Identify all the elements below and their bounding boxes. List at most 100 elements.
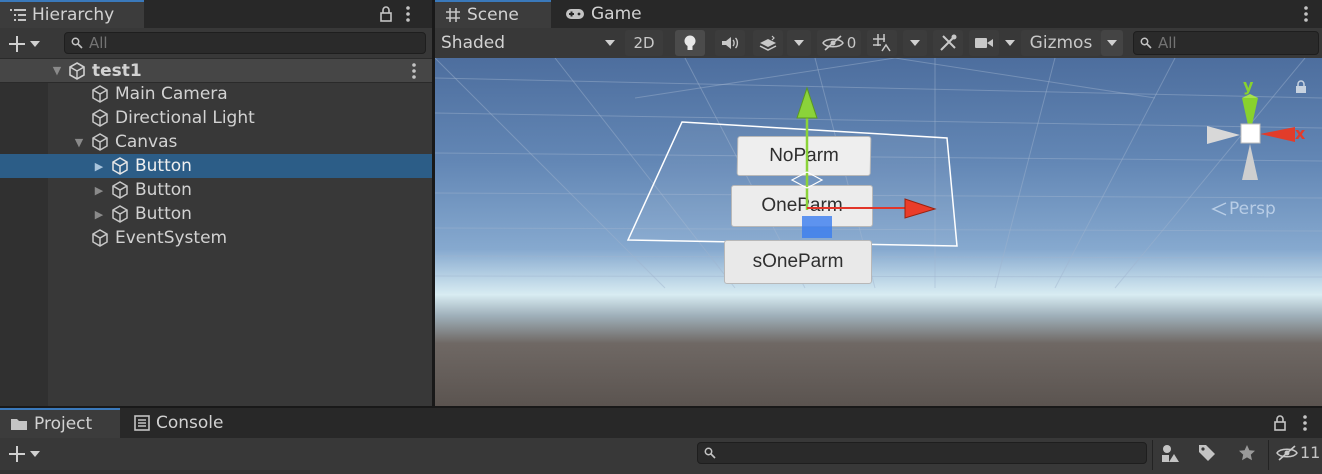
speaker-icon — [722, 37, 739, 49]
tab-hierarchy[interactable]: Hierarchy — [0, 0, 144, 28]
tab-game[interactable]: Game — [555, 0, 665, 28]
toolbar-separator — [1152, 440, 1153, 470]
grid-snap-toggle[interactable] — [867, 30, 897, 56]
dropdown-arrow-icon — [1107, 40, 1117, 46]
project-add-button[interactable] — [8, 444, 48, 464]
tree-item-label: EventSystem — [115, 228, 228, 248]
scene-search-input[interactable] — [1152, 34, 1318, 52]
shading-mode-label: Shaded — [441, 33, 506, 53]
hierarchy-list-icon — [10, 8, 26, 22]
kebab-menu-icon[interactable] — [1302, 414, 1308, 432]
tab-game-label: Game — [591, 4, 642, 24]
dropdown-arrow-icon — [1005, 40, 1015, 46]
eye-slash-icon — [1276, 444, 1298, 461]
scene-panel: Scene Game Shaded 2D 0 Gizmos All NoParm… — [435, 0, 1322, 406]
hierarchy-search[interactable] — [64, 32, 426, 54]
tools-icon — [940, 34, 957, 51]
hidden-count: 0 — [846, 34, 857, 52]
grid-snap-icon — [873, 34, 891, 52]
hidden-packages-toggle[interactable]: 11 — [1276, 443, 1320, 462]
axis-y-label: y — [1243, 76, 1254, 95]
scene-menu-icon[interactable] — [411, 62, 417, 80]
effects-toggle[interactable] — [753, 30, 783, 56]
tree-item-label: Button — [135, 180, 192, 200]
shading-dropdown[interactable]: Shaded — [441, 30, 615, 56]
tree-item-button-1[interactable]: ▶ Button — [0, 154, 432, 178]
collapse-arrow-icon[interactable]: ▶ — [92, 184, 106, 197]
search-icon — [1140, 37, 1152, 49]
axis-x-label: x — [1295, 124, 1306, 143]
gizmos-label: Gizmos — [1029, 33, 1093, 53]
audio-toggle[interactable] — [715, 30, 745, 56]
plus-icon — [8, 35, 26, 53]
project-search[interactable] — [697, 442, 1147, 464]
plus-icon — [8, 445, 26, 463]
hierarchy-panel: Hierarchy ▼ test1 Main Camera Directiona… — [0, 0, 432, 406]
move-gizmo[interactable] — [435, 58, 1322, 406]
toggle-2d-label: 2D — [633, 34, 655, 52]
unity-logo-icon — [68, 61, 86, 80]
camera-toggle[interactable] — [969, 30, 999, 56]
gameobject-cube-icon — [92, 109, 108, 127]
lock-icon[interactable] — [1273, 415, 1287, 431]
hierarchy-add-button[interactable] — [8, 34, 48, 54]
gizmo-lock-icon[interactable] — [1295, 80, 1307, 94]
hidden-objects-toggle[interactable]: 0 — [817, 30, 861, 56]
layers-icon — [759, 35, 777, 51]
console-icon — [134, 415, 150, 431]
project-search-input[interactable] — [716, 444, 1146, 462]
camera-dropdown[interactable] — [1001, 30, 1019, 56]
effects-dropdown[interactable] — [787, 30, 811, 56]
scene-search[interactable] — [1133, 31, 1319, 55]
favorites-star-icon[interactable] — [1238, 444, 1256, 462]
gameobject-cube-icon — [92, 229, 108, 247]
dropdown-arrow-icon — [605, 40, 615, 46]
scene-menu-icon[interactable] — [1303, 5, 1309, 23]
collapse-arrow-icon[interactable]: ▶ — [92, 160, 106, 173]
gizmos-dropdown[interactable] — [1101, 30, 1123, 56]
projection-label: Persp — [1229, 199, 1276, 219]
gizmos-button[interactable]: Gizmos — [1021, 30, 1101, 56]
tools-toggle[interactable] — [933, 30, 963, 56]
tree-item-button-3[interactable]: ▶ Button — [0, 202, 432, 226]
expand-arrow-icon[interactable]: ▼ — [50, 64, 64, 77]
search-by-label-icon[interactable] — [1198, 444, 1216, 462]
tab-project[interactable]: Project — [0, 408, 120, 438]
tab-console-label: Console — [156, 413, 224, 433]
tab-scene[interactable]: Scene — [435, 0, 551, 28]
gameobject-cube-icon — [112, 157, 128, 175]
projection-toggle[interactable]: Persp — [1211, 199, 1276, 219]
search-by-type-icon[interactable] — [1160, 443, 1180, 463]
tree-item-main-camera[interactable]: Main Camera — [0, 82, 432, 106]
grid-dropdown[interactable] — [903, 30, 927, 56]
bottom-panel: Project Console 11 — [0, 408, 1322, 474]
gameobject-cube-icon — [92, 133, 108, 151]
gameobject-cube-icon — [112, 181, 128, 199]
dropdown-arrow-icon — [30, 41, 40, 47]
eye-slash-icon — [821, 35, 844, 51]
scene-viewport[interactable]: NoParm OneParm sOneParm y x Persp — [435, 58, 1322, 406]
kebab-menu-icon[interactable] — [405, 5, 411, 23]
tree-item-label: Button — [135, 204, 192, 224]
lock-icon[interactable] — [379, 6, 393, 22]
expand-arrow-icon[interactable]: ▼ — [72, 136, 86, 149]
tree-item-directional-light[interactable]: Directional Light — [0, 106, 432, 130]
search-icon — [704, 447, 716, 459]
project-folder-pane-edge — [0, 470, 310, 474]
toggle-2d-button[interactable]: 2D — [625, 30, 663, 56]
grid-icon — [445, 7, 461, 23]
scene-row[interactable]: ▼ test1 — [0, 58, 432, 83]
hierarchy-search-input[interactable] — [83, 34, 425, 52]
tree-item-canvas[interactable]: ▼ Canvas — [0, 130, 432, 154]
tree-item-button-2[interactable]: ▶ Button — [0, 178, 432, 202]
dropdown-arrow-icon — [910, 40, 920, 46]
tab-console[interactable]: Console — [124, 408, 244, 438]
gameobject-cube-icon — [112, 205, 128, 223]
lightbulb-icon — [684, 35, 696, 50]
dropdown-arrow-icon — [794, 40, 804, 46]
lighting-toggle[interactable] — [675, 30, 705, 56]
collapse-arrow-icon[interactable]: ▶ — [92, 208, 106, 221]
tree-item-event-system[interactable]: EventSystem — [0, 226, 432, 250]
camera-icon — [975, 38, 993, 48]
tree-item-label: Main Camera — [115, 84, 228, 104]
